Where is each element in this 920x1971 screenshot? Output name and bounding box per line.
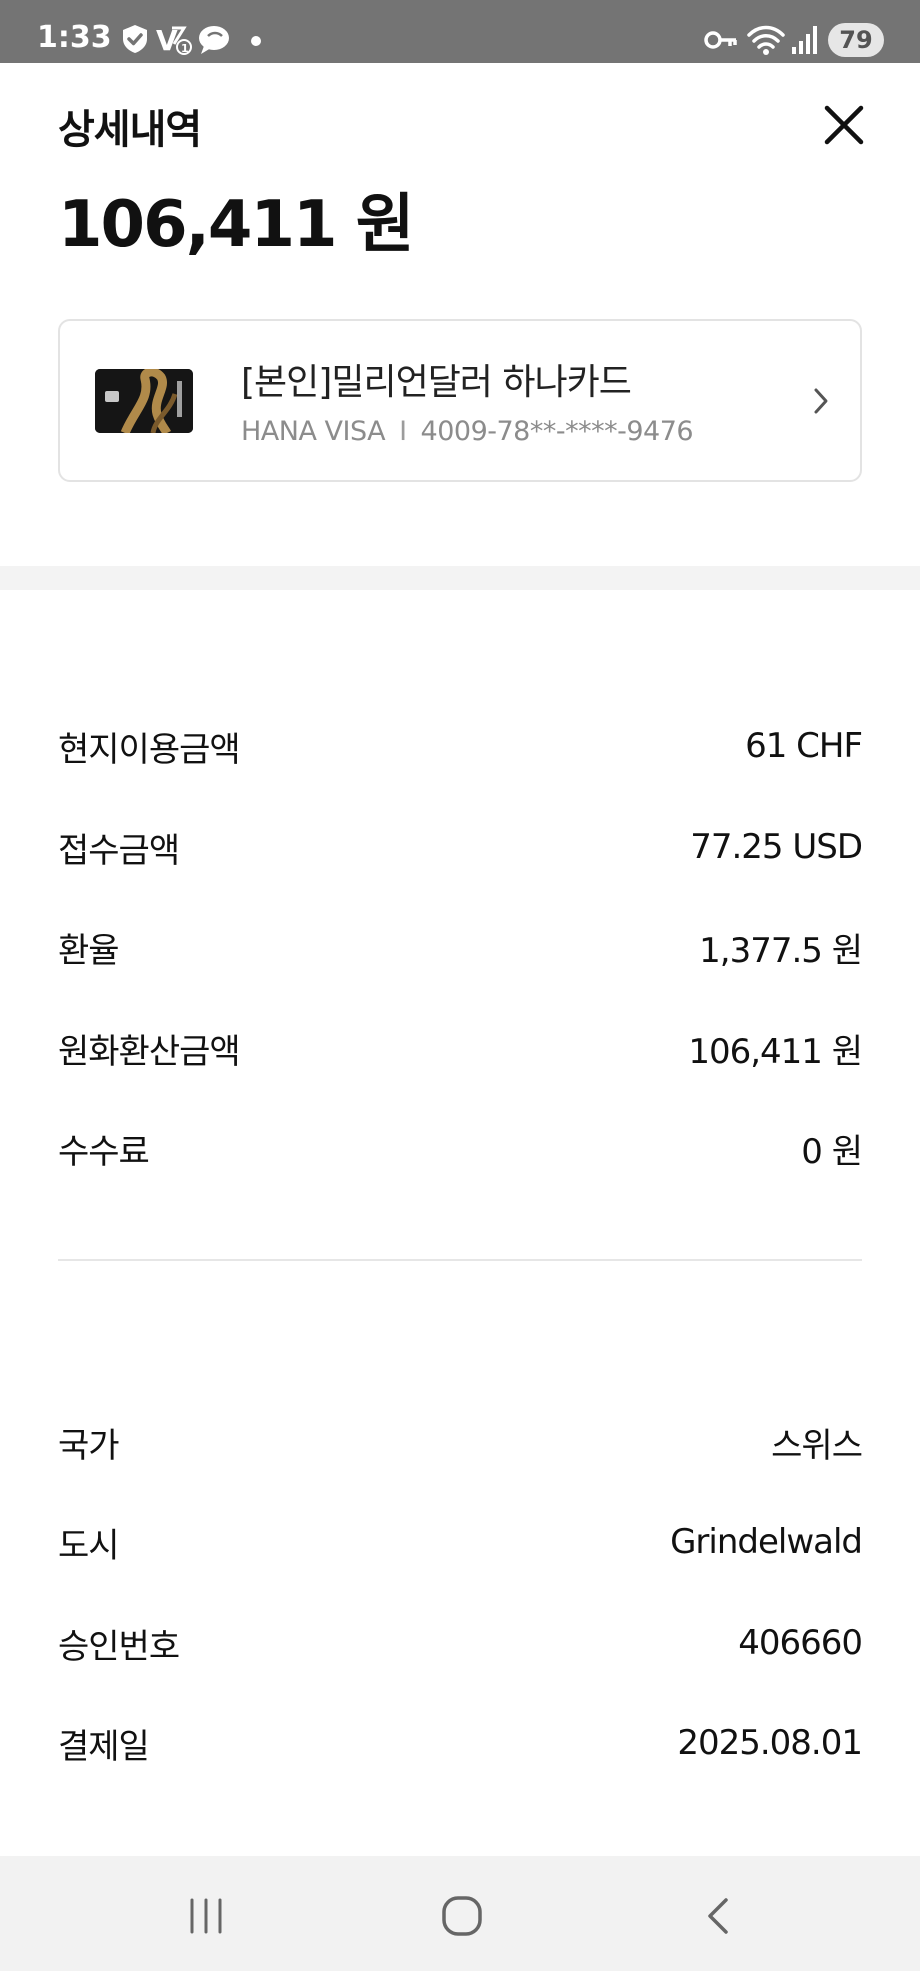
home-icon xyxy=(442,1896,482,1936)
close-icon xyxy=(824,105,864,145)
detail-row-approval-number: 승인번호 406660 xyxy=(58,1613,863,1673)
recent-apps-icon xyxy=(190,1898,222,1934)
exchange-rate-label: 환율 xyxy=(58,930,120,971)
vpn-key-icon: V 1 xyxy=(156,22,194,56)
section-divider xyxy=(0,566,920,590)
card-image xyxy=(95,369,193,433)
detail-row-local-amount: 현지이용금액 61 CHF xyxy=(58,716,863,776)
divider xyxy=(58,1259,862,1261)
detail-row-received-amount: 접수금액 77.25 USD xyxy=(58,817,863,877)
svg-text:1: 1 xyxy=(181,42,189,55)
system-nav-bar xyxy=(0,1856,920,1971)
total-amount: 106,411 원 xyxy=(58,188,415,262)
card-separator: I xyxy=(399,416,407,447)
status-bar: 1:33 V 1 79 xyxy=(0,0,920,63)
detail-row-krw-amount: 원화환산금액 106,411 원 xyxy=(58,1018,863,1078)
battery-level: 79 xyxy=(828,23,884,57)
status-time: 1:33 xyxy=(37,20,112,55)
card-details: HANA VISA I 4009-78**-****-9476 xyxy=(241,416,694,447)
payment-date-value: 2025.08.01 xyxy=(677,1723,863,1763)
chat-icon xyxy=(196,22,232,56)
approval-number-label: 승인번호 xyxy=(58,1626,180,1667)
payment-date-label: 결제일 xyxy=(58,1726,150,1767)
detail-row-city: 도시 Grindelwald xyxy=(58,1512,863,1572)
detail-header: 상세내역 106,411 원 [본인]밀리언달러 하나카드 HANA VISA I… xyxy=(0,63,920,566)
home-button[interactable] xyxy=(432,1886,492,1946)
card-number: 4009-78**-****-9476 xyxy=(420,416,694,447)
local-amount-value: 61 CHF xyxy=(745,726,863,766)
wifi-icon xyxy=(746,22,786,56)
detail-row-payment-date: 결제일 2025.08.01 xyxy=(58,1713,863,1773)
detail-row-country: 국가 스위스 xyxy=(58,1412,863,1472)
signal-icon xyxy=(790,22,820,56)
received-amount-value: 77.25 USD xyxy=(690,827,863,867)
received-amount-label: 접수금액 xyxy=(58,830,180,871)
country-value: 스위스 xyxy=(771,1425,863,1466)
back-button[interactable] xyxy=(690,1886,750,1946)
krw-amount-value: 106,411 원 xyxy=(688,1031,863,1072)
country-label: 국가 xyxy=(58,1425,120,1466)
approval-number-value: 406660 xyxy=(738,1623,863,1663)
local-amount-label: 현지이용금액 xyxy=(58,729,241,770)
city-value: Grindelwald xyxy=(670,1522,863,1562)
dot-icon xyxy=(249,22,263,56)
shield-check-icon xyxy=(118,22,152,56)
card-name: [본인]밀리언달러 하나카드 xyxy=(241,362,632,403)
fee-label: 수수료 xyxy=(58,1131,150,1172)
page-title: 상세내역 xyxy=(58,107,202,153)
detail-row-fee: 수수료 0 원 xyxy=(58,1118,863,1178)
back-icon xyxy=(708,1898,728,1934)
card-brand: HANA VISA xyxy=(241,416,386,447)
detail-row-exchange-rate: 환율 1,377.5 원 xyxy=(58,917,863,977)
recent-apps-button[interactable] xyxy=(176,1886,236,1946)
exchange-rate-value: 1,377.5 원 xyxy=(699,930,863,971)
city-label: 도시 xyxy=(58,1525,120,1566)
close-button[interactable] xyxy=(818,99,870,151)
card-info-button[interactable]: [본인]밀리언달러 하나카드 HANA VISA I 4009-78**-****-… xyxy=(58,319,862,482)
key-icon xyxy=(703,22,739,56)
chevron-right-icon xyxy=(806,381,836,421)
krw-amount-label: 원화환산금액 xyxy=(58,1031,241,1072)
fee-value: 0 원 xyxy=(801,1131,863,1172)
